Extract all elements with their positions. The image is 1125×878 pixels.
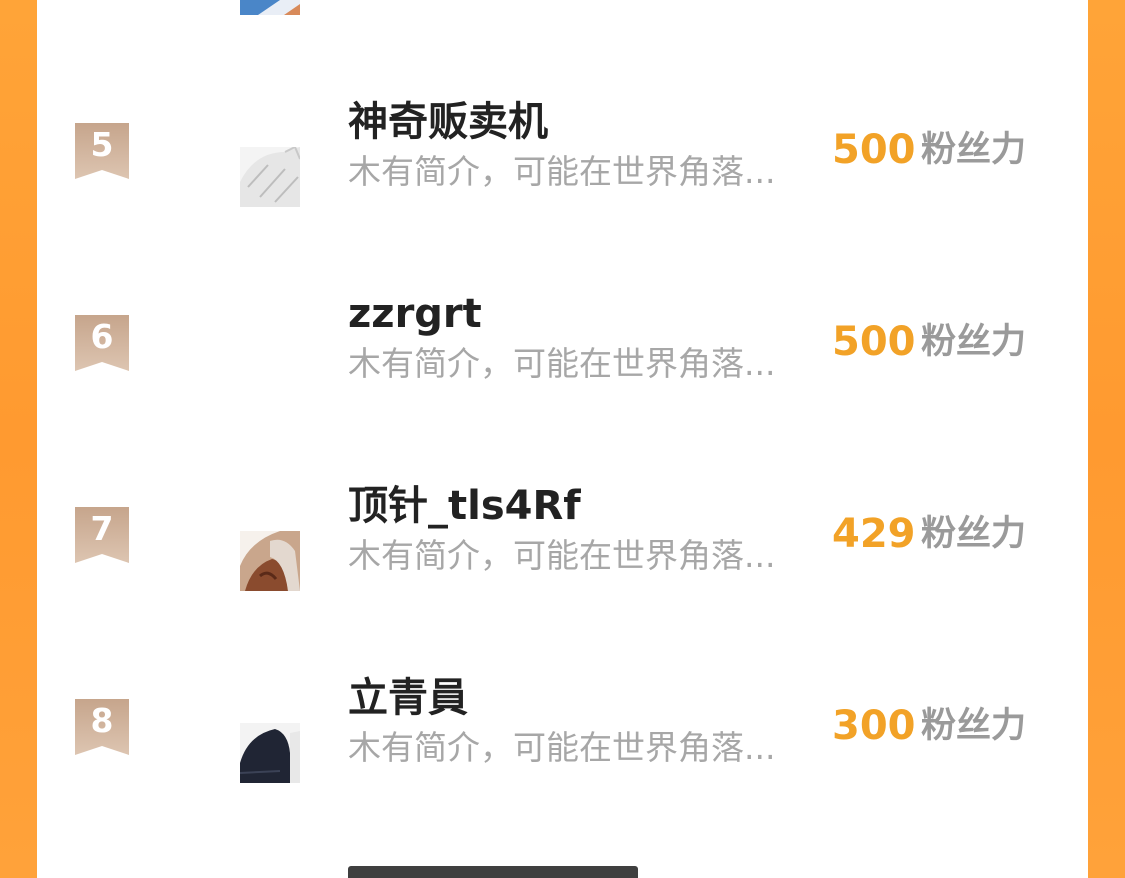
rank-badge: 8: [75, 699, 129, 755]
rank-number: 8: [90, 701, 114, 740]
rank-number: 5: [90, 125, 114, 164]
avatar[interactable]: [240, 339, 300, 399]
fan-score-unit: 粉丝力: [921, 514, 1027, 554]
rank-number: 7: [90, 509, 114, 548]
rank-badge: 7: [75, 507, 129, 563]
fan-score: 300: [832, 703, 916, 749]
fan-score: 500: [832, 127, 916, 173]
avatar[interactable]: [240, 147, 300, 207]
user-name[interactable]: zzrgrt: [348, 289, 482, 339]
avatar[interactable]: [240, 531, 300, 591]
fan-score: 429: [832, 511, 916, 557]
user-name[interactable]: 立青員: [348, 673, 468, 723]
user-name[interactable]: 顶针_tls4Rf: [348, 481, 581, 531]
fan-score-unit: 粉丝力: [921, 130, 1027, 170]
ranking-panel: 5 神奇贩卖机 木有简介，可能在世界角落... 500 粉丝力 6 zzrgrt…: [37, 0, 1088, 878]
next-row-name-partial: [348, 866, 648, 878]
avatar[interactable]: [240, 723, 300, 783]
user-name[interactable]: 神奇贩卖机: [348, 97, 548, 147]
list-item[interactable]: 5 神奇贩卖机 木有简介，可能在世界角落... 500 粉丝力: [37, 97, 1088, 247]
fan-score: 500: [832, 319, 916, 365]
rank-badge: 6: [75, 315, 129, 371]
fan-score-unit: 粉丝力: [921, 706, 1027, 746]
list-item[interactable]: 6 zzrgrt 木有简介，可能在世界角落... 500 粉丝力: [37, 289, 1088, 439]
list-item[interactable]: 8 立青員 木有简介，可能在世界角落... 300 粉丝力: [37, 673, 1088, 823]
rank-number: 6: [90, 317, 114, 356]
user-bio: 木有简介，可能在世界角落...: [348, 344, 776, 383]
user-bio: 木有简介，可能在世界角落...: [348, 728, 776, 767]
fan-score-unit: 粉丝力: [921, 322, 1027, 362]
rank-badge: 5: [75, 123, 129, 179]
partial-avatar[interactable]: [240, 0, 300, 15]
user-bio: 木有简介，可能在世界角落...: [348, 152, 776, 191]
list-item[interactable]: 7 顶针_tls4Rf 木有简介，可能在世界角落... 429 粉丝力: [37, 481, 1088, 631]
user-bio: 木有简介，可能在世界角落...: [348, 536, 776, 575]
